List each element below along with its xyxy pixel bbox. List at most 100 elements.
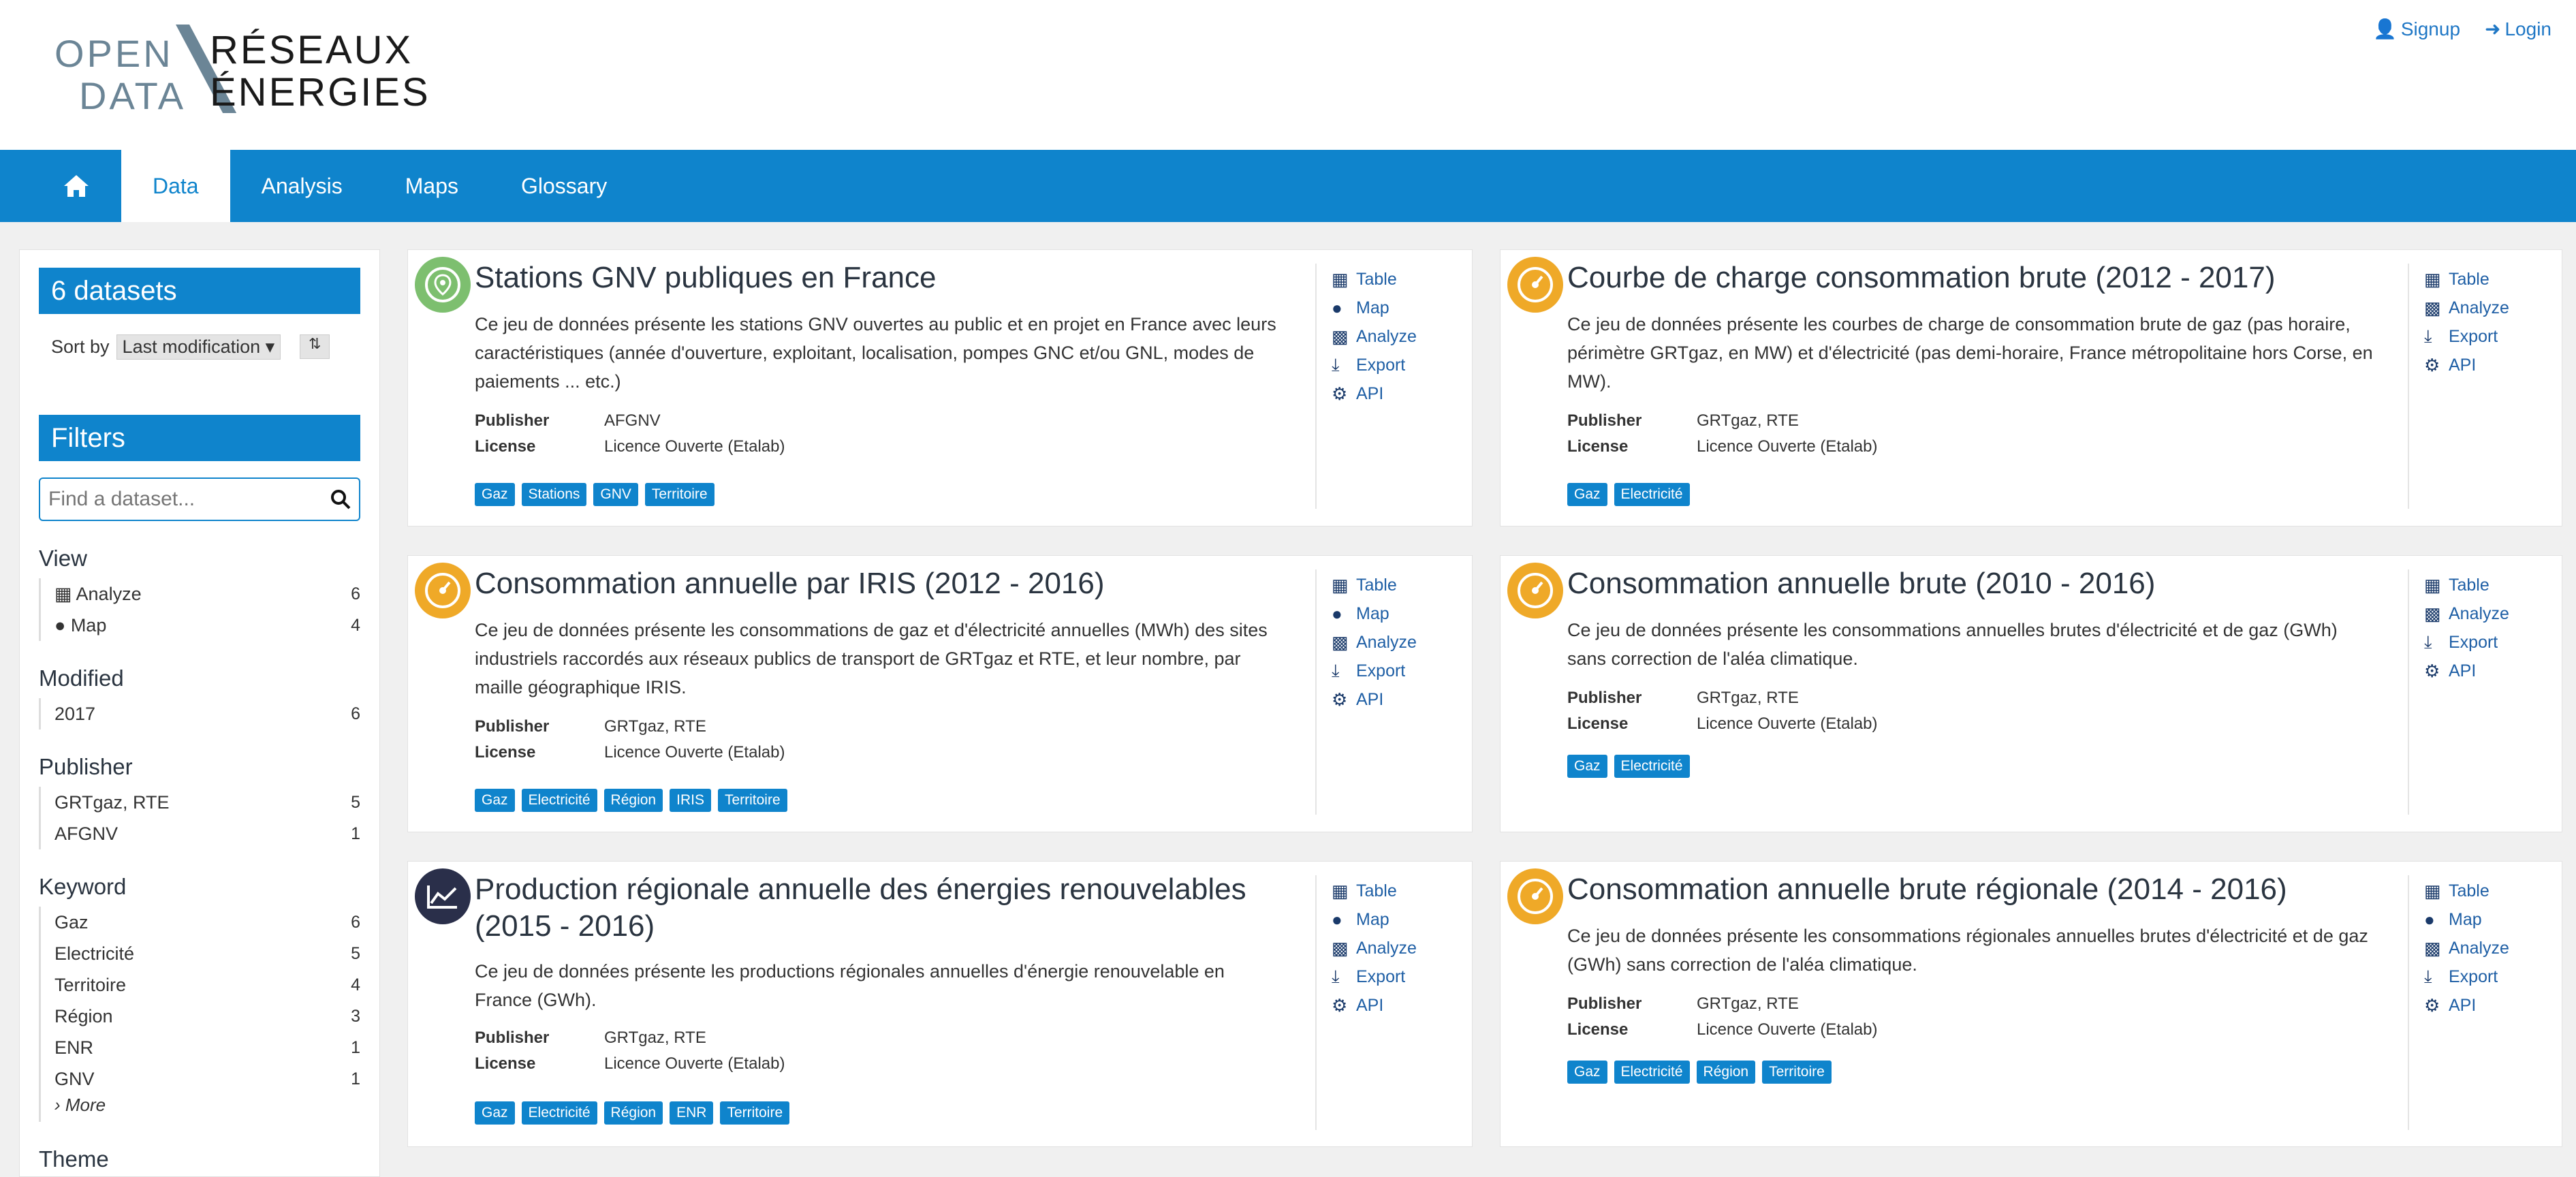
keyword-tag[interactable]: Territoire [717, 789, 787, 812]
action-table[interactable]: ▦ Table [1332, 265, 1417, 294]
action-api[interactable]: ⚙ API [1332, 991, 1417, 1020]
logo[interactable]: OPEN DATA RÉSEAUX ÉNERGIES [54, 25, 436, 117]
nav-home[interactable] [0, 150, 121, 222]
keyword-tag[interactable]: IRIS [670, 789, 711, 812]
action-table[interactable]: ▦ Table [2424, 877, 2509, 905]
bar-chart-icon: ▩ [2424, 297, 2441, 318]
signup-link[interactable]: 👤 Signup [2373, 18, 2460, 40]
keyword-tag[interactable]: ENR [670, 1101, 714, 1125]
table-icon: ▦ [2424, 880, 2441, 901]
facet-item-afgnv[interactable]: AFGNV 1 [41, 818, 360, 849]
facet-item-enr[interactable]: ENR 1 [41, 1032, 360, 1063]
action-label: Map [1356, 603, 1389, 623]
facet-item-gaz[interactable]: Gaz 6 [41, 907, 360, 938]
keyword-tag[interactable]: Région [603, 1101, 663, 1125]
keyword-tag[interactable]: Gaz [475, 483, 515, 506]
globe-icon: ● [1332, 603, 1342, 624]
action-analyze[interactable]: ▩ Analyze [2424, 934, 2509, 962]
sort-select[interactable]: Last modification ▾ [116, 334, 281, 360]
action-table[interactable]: ▦ Table [1332, 571, 1417, 599]
action-label: API [2449, 355, 2477, 375]
action-map[interactable]: ● Map [1332, 905, 1417, 934]
nav-analysis[interactable]: Analysis [230, 150, 374, 222]
sort-direction-button[interactable]: ⇅ [300, 334, 330, 359]
action-api[interactable]: ⚙ API [1332, 379, 1417, 408]
action-label: Export [2449, 967, 2498, 986]
action-label: Table [1356, 881, 1397, 900]
facet-item-grtgaz-rte[interactable]: GRTgaz, RTE 5 [41, 787, 360, 818]
dataset-title[interactable]: Consommation annuelle brute (2010 - 2016… [1567, 565, 2378, 602]
dataset-title[interactable]: Courbe de charge consommation brute (201… [1567, 260, 2378, 296]
keyword-tag[interactable]: Territoire [720, 1101, 790, 1125]
action-api[interactable]: ⚙ API [2424, 991, 2509, 1020]
keyword-tag[interactable]: Territoire [644, 483, 714, 506]
action-analyze[interactable]: ▩ Analyze [1332, 628, 1417, 657]
action-table[interactable]: ▦ Table [2424, 265, 2509, 294]
keyword-tag[interactable]: Gaz [1567, 1061, 1607, 1084]
action-analyze[interactable]: ▩ Analyze [1332, 322, 1417, 351]
dataset-meta: Publisher GRTgaz, RTE License Licence Ouver… [1567, 991, 1877, 1043]
facet-label: Région [54, 1005, 113, 1026]
keyword-tag[interactable]: Région [1696, 1061, 1756, 1084]
keyword-tag[interactable]: Electricité [1614, 1061, 1690, 1084]
keyword-tag[interactable]: Gaz [1567, 755, 1607, 778]
facet-title-publisher: Publisher [39, 754, 133, 779]
action-export[interactable]: ⤓ Export [2424, 962, 2509, 991]
sort-value: Last modification [122, 336, 261, 357]
facet-item-2017[interactable]: 2017 6 [41, 698, 360, 729]
facet-item-gnv[interactable]: GNV 1 [41, 1063, 360, 1095]
gauge-icon [1518, 879, 1553, 914]
action-export[interactable]: ⤓ Export [1332, 962, 1417, 991]
search-input[interactable] [48, 488, 321, 511]
facet-more-link[interactable]: › More [41, 1095, 360, 1122]
action-analyze[interactable]: ▩ Analyze [2424, 294, 2509, 322]
publisher-value: GRTgaz, RTE [1697, 994, 1799, 1013]
action-table[interactable]: ▦ Table [1332, 877, 1417, 905]
action-map[interactable]: ● Map [2424, 905, 2509, 934]
nav-glossary[interactable]: Glossary [490, 150, 638, 222]
action-api[interactable]: ⚙ API [2424, 351, 2509, 379]
nav-data[interactable]: Data [121, 150, 230, 222]
keyword-tag[interactable]: Electricité [1614, 483, 1690, 506]
keyword-tag[interactable]: Electricité [521, 789, 597, 812]
keyword-tag[interactable]: Electricité [521, 1101, 597, 1125]
keyword-tag[interactable]: Electricité [1614, 755, 1690, 778]
dataset-title[interactable]: Production régionale annuelle des énergi… [475, 871, 1285, 945]
license-value: Licence Ouverte (Etalab) [604, 437, 785, 456]
action-export[interactable]: ⤓ Export [1332, 657, 1417, 685]
action-export[interactable]: ⤓ Export [2424, 322, 2509, 351]
nav-maps[interactable]: Maps [374, 150, 490, 222]
keyword-tag[interactable]: Gaz [1567, 483, 1607, 506]
facet-item-map[interactable]: ● Map 4 [41, 610, 360, 641]
action-export[interactable]: ⤓ Export [2424, 628, 2509, 657]
dataset-tags: Gaz Electricité Région Territoire [1567, 1061, 1832, 1084]
facet-item-territoire[interactable]: Territoire 4 [41, 969, 360, 1001]
dataset-title[interactable]: Consommation annuelle brute régionale (2… [1567, 871, 2378, 908]
search-icon[interactable] [330, 489, 351, 509]
facet-item-region[interactable]: Région 3 [41, 1001, 360, 1032]
keyword-tag[interactable]: Gaz [475, 789, 515, 812]
keyword-tag[interactable]: Région [603, 789, 663, 812]
facet-item-analyze[interactable]: ▦ Analyze 6 [41, 578, 360, 610]
action-api[interactable]: ⚙ API [1332, 685, 1417, 714]
dataset-badge [1507, 563, 1563, 618]
keyword-tag[interactable]: GNV [593, 483, 638, 506]
action-analyze[interactable]: ▩ Analyze [2424, 599, 2509, 628]
keyword-tag[interactable]: Territoire [1762, 1061, 1832, 1084]
facet-item-electricite[interactable]: Electricité 5 [41, 938, 360, 969]
license-value: Licence Ouverte (Etalab) [604, 743, 785, 762]
action-api[interactable]: ⚙ API [2424, 657, 2509, 685]
dataset-title[interactable]: Stations GNV publiques en France [475, 260, 1285, 296]
keyword-tag[interactable]: Gaz [475, 1101, 515, 1125]
dataset-card: Stations GNV publiques en France Ce jeu d… [407, 249, 1473, 527]
action-map[interactable]: ● Map [1332, 599, 1417, 628]
action-table[interactable]: ▦ Table [2424, 571, 2509, 599]
action-label: Analyze [2449, 298, 2509, 317]
dataset-actions: ▦ Table ● Map ▩ Analyze ⤓ Export ⚙ API [1332, 265, 1417, 408]
keyword-tag[interactable]: Stations [521, 483, 587, 506]
login-link[interactable]: ➜ Login [2485, 18, 2551, 40]
dataset-title[interactable]: Consommation annuelle par IRIS (2012 - 2… [475, 565, 1285, 602]
action-export[interactable]: ⤓ Export [1332, 351, 1417, 379]
action-map[interactable]: ● Map [1332, 294, 1417, 322]
action-analyze[interactable]: ▩ Analyze [1332, 934, 1417, 962]
